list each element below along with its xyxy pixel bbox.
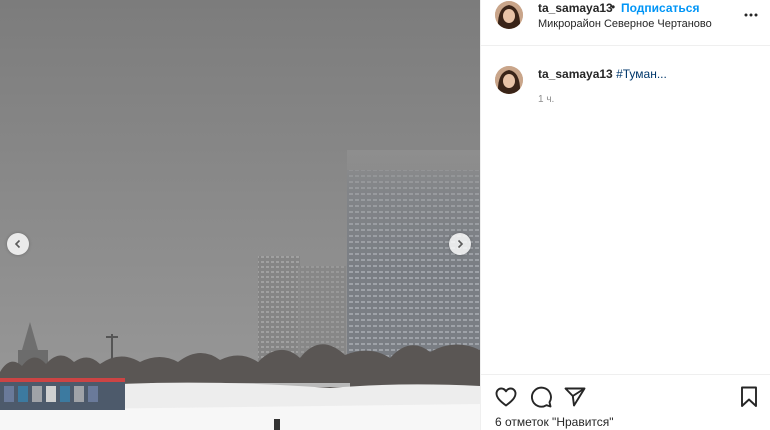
caption-username[interactable]: ta_samaya13 <box>538 67 613 81</box>
instagram-post: ta_samaya13 • Подписаться Микрорайон Сев… <box>0 0 770 430</box>
share-button[interactable] <box>563 385 587 409</box>
chevron-right-icon <box>457 239 464 249</box>
save-button[interactable] <box>737 385 761 409</box>
likes-count[interactable]: 6 отметок "Нравится" <box>495 415 614 429</box>
post-caption: ta_samaya13 #Туман... 1 ч. <box>481 46 770 374</box>
post-header: ta_samaya13 • Подписаться Микрорайон Сев… <box>481 0 770 46</box>
bookmark-icon <box>741 386 757 407</box>
chevron-left-icon <box>14 239 21 249</box>
next-photo-button[interactable] <box>449 233 471 255</box>
comment-button[interactable] <box>529 385 553 409</box>
avatar-image <box>495 1 523 29</box>
previous-photo-button[interactable] <box>7 233 29 255</box>
post-side-panel: ta_samaya13 • Подписаться Микрорайон Сев… <box>480 0 770 430</box>
foggy-city-photo <box>0 0 480 430</box>
post-photo[interactable] <box>0 0 480 430</box>
caption-text: ta_samaya13 #Туман... <box>538 67 667 81</box>
header-separator: • <box>611 0 616 14</box>
paper-plane-icon <box>564 387 586 407</box>
heart-icon <box>495 387 517 407</box>
author-username[interactable]: ta_samaya13 <box>538 1 613 15</box>
more-options-icon <box>744 13 758 17</box>
post-actions: 6 отметок "Нравится" <box>481 374 770 430</box>
comment-icon <box>531 386 552 408</box>
caption-timestamp: 1 ч. <box>538 94 555 105</box>
author-avatar[interactable] <box>495 1 523 29</box>
like-button[interactable] <box>494 385 518 409</box>
avatar-image <box>495 66 523 94</box>
caption-avatar[interactable] <box>495 66 523 94</box>
caption-hashtag[interactable]: #Туман... <box>616 67 667 81</box>
follow-button[interactable]: Подписаться <box>621 1 699 15</box>
more-options-button[interactable] <box>743 8 759 22</box>
post-location[interactable]: Микрорайон Северное Чертаново <box>538 18 712 30</box>
